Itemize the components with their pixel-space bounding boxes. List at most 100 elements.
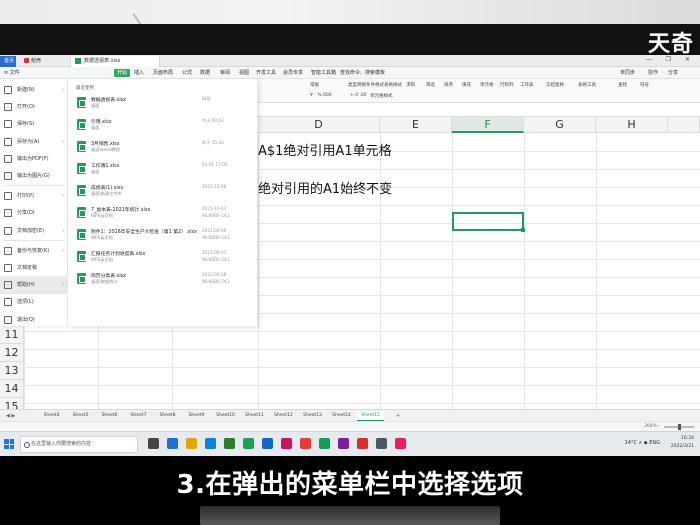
menu-item-9[interactable]: 智能工具箱 bbox=[311, 67, 336, 79]
menu-item-5[interactable]: 审阅 bbox=[220, 67, 230, 79]
zoom-slider[interactable] bbox=[664, 424, 694, 430]
clock[interactable]: 16:34 2022/3/21 bbox=[671, 435, 694, 451]
menu-right-sync[interactable]: 未同步 bbox=[620, 67, 635, 79]
recent-file-item[interactable]: 7_副本表-2021年统计.xlsx WPS云文档 2021-10-07 WLNSRE… bbox=[74, 204, 256, 226]
toolbar-label-11[interactable]: 冻结窗格 bbox=[546, 82, 564, 88]
toolbar-label-12[interactable]: 表格工具 bbox=[578, 82, 596, 88]
app-icon[interactable] bbox=[395, 438, 406, 449]
sheet-tab-Sheet10[interactable]: Sheet10 bbox=[212, 411, 239, 421]
sheet-tab-Sheet14[interactable]: Sheet14 bbox=[328, 411, 355, 421]
column-header-F[interactable]: F bbox=[452, 117, 524, 133]
file-menu-item-10[interactable]: 文档定稿 bbox=[0, 259, 68, 277]
menu-item-1[interactable]: 插入 bbox=[134, 67, 144, 79]
row-header-11[interactable]: 11 bbox=[0, 326, 24, 344]
toolbar-label-14[interactable]: 符号 bbox=[640, 82, 649, 88]
file-menu-item-1[interactable]: 打开(O) bbox=[0, 98, 68, 116]
sheet-tab-Sheet7[interactable]: Sheet7 bbox=[125, 411, 152, 421]
recent-file-item[interactable]: 3月销售.xlsx 桌面\excel教程 昨天 15:40 bbox=[74, 138, 256, 160]
recent-file-item[interactable]: 附件1：2016年安全生产大检查（第1 第2）.xlsx WPS云文档 2021-0… bbox=[74, 226, 256, 248]
file-menu-item-12[interactable]: 选项(L) bbox=[0, 293, 68, 311]
sheet-tab-Sheet11[interactable]: Sheet11 bbox=[241, 411, 268, 421]
system-tray-icons[interactable]: 14°C ∧ ◆ ENG bbox=[625, 440, 660, 446]
app-icon[interactable] bbox=[338, 438, 349, 449]
toolbar-label-9[interactable]: 行和列 bbox=[500, 82, 514, 88]
sheet-tab-Sheet6[interactable]: Sheet6 bbox=[96, 411, 123, 421]
recent-file-item[interactable]: 汇报任务计划进度表.xlsx WPS云文档 2021-08-01 WLNSRE-OCL bbox=[74, 248, 256, 270]
app-icon[interactable] bbox=[357, 438, 368, 449]
row-header-13[interactable]: 13 bbox=[0, 362, 24, 380]
edge-icon[interactable] bbox=[167, 438, 178, 449]
recent-file-item[interactable]: 工作簿1.xlsx 桌面 03-01 17:06 bbox=[74, 160, 256, 182]
mail-icon[interactable] bbox=[262, 438, 273, 449]
sheet-tab-Sheet4[interactable]: Sheet4 bbox=[38, 411, 65, 421]
toolbar-label-7[interactable]: 填充 bbox=[462, 82, 471, 88]
toolbar-label-5[interactable]: 筛选 bbox=[426, 82, 435, 88]
menu-item-3[interactable]: 公式 bbox=[182, 67, 192, 79]
windows-start-icon[interactable] bbox=[4, 439, 14, 449]
zoom-level[interactable]: 264% - bbox=[644, 424, 660, 429]
file-menu-item-7[interactable]: 分享(D) bbox=[0, 204, 68, 222]
tab-docer[interactable]: 稻壳 bbox=[20, 56, 50, 67]
taskbar-search-input[interactable]: 在这里输入你要搜索的内容 bbox=[20, 436, 138, 453]
column-header-G[interactable]: G bbox=[524, 117, 596, 133]
toolbar-label-13[interactable]: 查找 bbox=[618, 82, 627, 88]
formula-bar[interactable] bbox=[258, 103, 700, 117]
app-icon[interactable] bbox=[281, 438, 292, 449]
task-view-icon[interactable] bbox=[148, 438, 159, 449]
file-menu-item-13[interactable]: 退出(Q) bbox=[0, 311, 68, 329]
menu-item-10[interactable]: 查找命令、搜索模板 bbox=[340, 67, 385, 79]
window-controls[interactable]: — ❐ ✕ bbox=[646, 56, 696, 63]
toolbar-label-10[interactable]: 工作表 bbox=[520, 82, 534, 88]
row-header-12[interactable]: 12 bbox=[0, 344, 24, 362]
sheet-tab-Sheet8[interactable]: Sheet8 bbox=[154, 411, 181, 421]
file-menu-item-2[interactable]: 保存(S) bbox=[0, 115, 68, 133]
file-menu-item-5[interactable]: 输出为图片(G) bbox=[0, 167, 68, 185]
sheet-tab-Sheet13[interactable]: Sheet13 bbox=[299, 411, 326, 421]
app-icon[interactable] bbox=[319, 438, 330, 449]
sheet-tab-Sheet12[interactable]: Sheet12 bbox=[270, 411, 297, 421]
cell-style-button[interactable]: 单元格样式 bbox=[370, 93, 393, 99]
file-menu-button[interactable]: ≡ 文件 bbox=[0, 67, 20, 79]
active-cell-F[interactable] bbox=[452, 212, 525, 232]
toolbar-label-8[interactable]: 单元格 bbox=[480, 82, 494, 88]
tab-document[interactable]: 数据透视表.xlsx bbox=[70, 56, 160, 67]
app-icon[interactable] bbox=[376, 438, 387, 449]
row-header-14[interactable]: 14 bbox=[0, 380, 24, 398]
file-menu-item-0[interactable]: 新建(N) › bbox=[0, 81, 68, 99]
sheet-tab-Sheet15[interactable]: Sheet15 bbox=[357, 411, 384, 421]
wps-icon[interactable] bbox=[243, 438, 254, 449]
column-header-H[interactable]: H bbox=[596, 117, 668, 133]
toolbar-label-1[interactable]: 类型转换 bbox=[348, 82, 366, 88]
recent-file-item[interactable]: 引用.xlsx 桌面 今天 09:02 bbox=[74, 116, 256, 138]
menu-item-4[interactable]: 数据 bbox=[200, 67, 210, 79]
file-menu-item-4[interactable]: 输出为PDF(F) bbox=[0, 150, 68, 168]
app-icon[interactable] bbox=[300, 438, 311, 449]
menu-item-7[interactable]: 开发工具 bbox=[256, 67, 276, 79]
recent-file-item[interactable]: 成绩表(1).xlsx 桌面\新建文件夹 2021-12-08 bbox=[74, 182, 256, 204]
file-menu-item-3[interactable]: 另存为(A) › bbox=[0, 133, 68, 151]
toolbar-label-2[interactable]: 条件格式 bbox=[366, 82, 384, 88]
toolbar-label-4[interactable]: 求和 bbox=[406, 82, 415, 88]
recent-file-item[interactable]: 简历分类表.xlsx 桌面\数据统计 2021-06-28 WLNSRE-OCL bbox=[74, 270, 256, 292]
sheet-tab-Sheet9[interactable]: Sheet9 bbox=[183, 411, 210, 421]
menu-item-2[interactable]: 页面布局 bbox=[153, 67, 173, 79]
chrome-icon[interactable] bbox=[224, 438, 235, 449]
toolbar-label-0[interactable]: 常规 bbox=[310, 82, 319, 88]
file-menu-item-9[interactable]: 备份与恢复(K) › bbox=[0, 242, 68, 260]
file-menu-item-8[interactable]: 文档加密(E) › bbox=[0, 222, 68, 240]
recent-file-item[interactable]: 数据透视表.xlsx 桌面 刚刚 bbox=[74, 94, 256, 116]
number-format-buttons[interactable]: ¥ - % 000 bbox=[310, 93, 332, 98]
column-header-D[interactable]: D bbox=[258, 117, 380, 133]
menu-item-8[interactable]: 会员专享 bbox=[283, 67, 303, 79]
toolbar-label-3[interactable]: 表格样式 bbox=[384, 82, 402, 88]
store-icon[interactable] bbox=[205, 438, 216, 449]
toolbar-label-6[interactable]: 排序 bbox=[444, 82, 453, 88]
menu-right-collab[interactable]: 协作 bbox=[648, 67, 658, 79]
folder-icon[interactable] bbox=[186, 438, 197, 449]
menu-item-6[interactable]: 视图 bbox=[239, 67, 249, 79]
file-menu-item-11[interactable]: 帮助(H) › bbox=[0, 276, 68, 295]
column-header-E[interactable]: E bbox=[380, 117, 452, 133]
menu-item-0[interactable]: 开始 bbox=[114, 69, 131, 77]
tab-home[interactable]: 首页 bbox=[0, 56, 16, 67]
sheet-tab-Sheet5[interactable]: Sheet5 bbox=[67, 411, 94, 421]
